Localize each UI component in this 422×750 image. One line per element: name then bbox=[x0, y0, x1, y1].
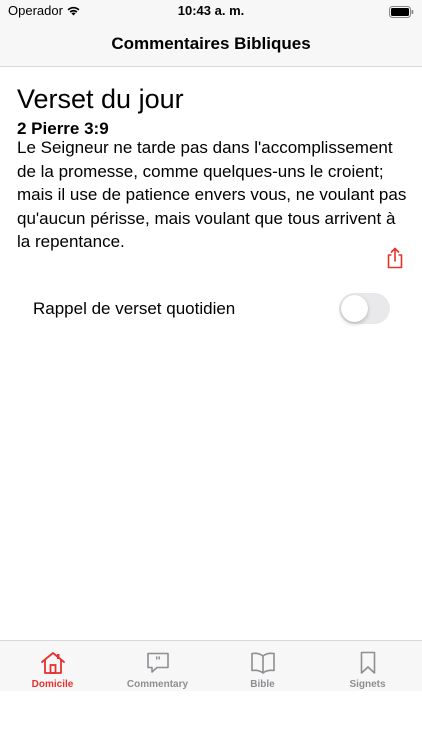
svg-text:": " bbox=[155, 654, 161, 668]
home-icon bbox=[41, 652, 65, 674]
daily-reminder-label: Rappel de verset quotidien bbox=[33, 299, 236, 318]
tab-home[interactable]: Domicile bbox=[0, 641, 105, 691]
book-icon bbox=[251, 652, 275, 674]
tab-home-label: Domicile bbox=[31, 679, 74, 690]
navigation-bar: Commentaires Bibliques bbox=[0, 22, 422, 67]
tab-bookmarks-label: Signets bbox=[349, 679, 386, 690]
tab-bible-label: Bible bbox=[250, 679, 275, 690]
clock: 10:43 a. m. bbox=[177, 3, 245, 18]
tab-bible[interactable]: Bible bbox=[210, 641, 315, 691]
share-icon[interactable] bbox=[386, 247, 404, 274]
comment-icon: " bbox=[147, 652, 169, 673]
status-bar: Operador 10:43 a. m. bbox=[0, 0, 422, 22]
toggle-knob bbox=[341, 295, 368, 322]
page-title: Commentaires Bibliques bbox=[111, 34, 311, 53]
tab-bookmarks[interactable]: Signets bbox=[315, 641, 420, 691]
daily-reminder-toggle[interactable] bbox=[339, 293, 390, 324]
verse-of-day-heading: Verset du jour bbox=[17, 84, 184, 114]
verse-text: Le Seigneur ne tarde pas dans l'accompli… bbox=[17, 138, 407, 251]
battery-icon bbox=[389, 5, 414, 23]
tab-bar: Domicile " Commentary Bible Signets bbox=[0, 640, 422, 691]
tab-commentary-label: Commentary bbox=[126, 679, 189, 690]
tab-commentary[interactable]: " Commentary bbox=[105, 641, 210, 691]
bookmark-icon bbox=[360, 651, 376, 674]
